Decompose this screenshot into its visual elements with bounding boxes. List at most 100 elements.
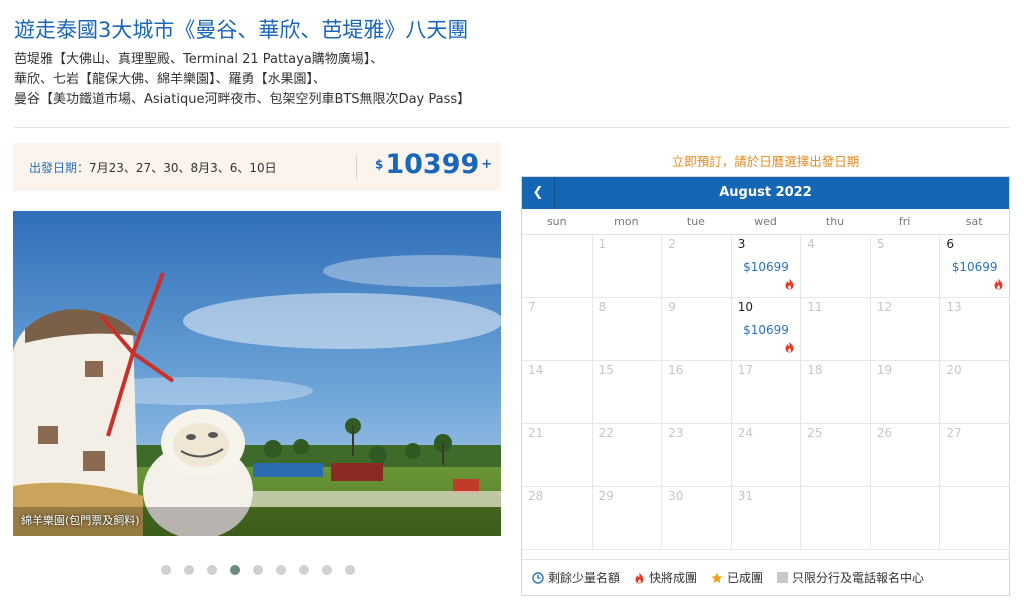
fire-icon [635, 572, 644, 583]
day-number: 17 [737, 363, 753, 377]
price-suffix: + [481, 157, 493, 172]
slide-dot[interactable] [322, 565, 332, 575]
calendar-day: 4 [800, 235, 870, 298]
star-icon [711, 572, 723, 583]
departure-label: 出發日期： [29, 161, 90, 175]
calendar-week-row: 21 22 23 24 25 26 27 [522, 424, 1009, 487]
calendar-day: 28 [522, 487, 592, 550]
weekday-sun: sun [546, 215, 567, 228]
calendar-day: 18 [800, 361, 870, 424]
photo-slideshow[interactable]: 綿羊樂園(包門票及飼料) [13, 211, 501, 536]
description-line: 曼谷【美功鐵道市場、Asiatique河畔夜市、包架空列車BTS無限次Day P… [14, 92, 471, 107]
slide-dot[interactable] [207, 565, 217, 575]
calendar-day: 7 [522, 298, 592, 361]
day-number: 25 [807, 426, 823, 440]
calendar-legend: 剩餘少量名額 快將成團 已成團 只限分行及電話報名中心 [522, 559, 1009, 595]
price-currency: $ [375, 157, 384, 172]
calendar-prompt: 立即預訂，請於日曆選擇出發日期 [671, 154, 860, 169]
departure-calendar: August 2022 ❮ sun mon tue wed thu fri sa… [521, 176, 1010, 596]
description-line: 華欣、七岩【龍保大佛、綿羊樂園】、羅勇【水果園】、 [14, 72, 327, 87]
calendar-day-available[interactable]: 3 $10699 [730, 235, 801, 298]
departure-dates: 出發日期：7月23、27、30、8月3、6、10日 [29, 159, 277, 176]
weekday-thu: thu [825, 215, 845, 228]
calendar-day: 24 [730, 424, 801, 487]
slide-dot[interactable] [299, 565, 309, 575]
calendar-day-available[interactable]: 10 $10699 [730, 298, 801, 361]
day-number: 16 [668, 363, 684, 377]
calendar-day: 15 [591, 361, 662, 424]
day-number: 9 [668, 300, 676, 314]
day-number: 31 [737, 489, 753, 503]
day-number: 21 [528, 426, 544, 440]
calendar-day: 25 [800, 424, 870, 487]
calendar-day: 14 [522, 361, 592, 424]
photo-caption: 綿羊樂園(包門票及飼料) [21, 514, 140, 527]
day-number: 8 [598, 300, 607, 314]
calendar-day: 1 [591, 235, 662, 298]
day-number: 13 [946, 300, 962, 314]
calendar-day: 29 [591, 487, 662, 550]
day-number: 19 [876, 363, 893, 377]
legend-confirmed: 已成團 [711, 569, 763, 586]
tour-price: $10399 + [375, 149, 492, 180]
day-number: 28 [528, 489, 544, 503]
slide-dot[interactable] [345, 565, 355, 575]
weekday-wed: wed [754, 215, 777, 228]
day-number: 30 [668, 489, 684, 503]
calendar-day: 27 [939, 424, 1009, 487]
price-amount: 10399 [385, 149, 480, 180]
day-number: 6 [946, 237, 955, 251]
calendar-day: 12 [869, 298, 940, 361]
slideshow-dots [161, 565, 355, 575]
day-price: $10699 [743, 323, 789, 337]
day-number: 15 [598, 363, 614, 377]
weekday-mon: mon [614, 215, 639, 228]
calendar-month: August 2022 [719, 185, 812, 200]
legend-label: 已成團 [727, 571, 764, 585]
legend-almost-confirmed: 快將成團 [634, 569, 697, 586]
slide-dot[interactable] [161, 565, 171, 575]
day-number: 12 [876, 300, 893, 314]
calendar-day-available[interactable]: 6 $10699 [939, 235, 1009, 298]
weekday-sat: sat [965, 215, 983, 228]
calendar-day: 11 [800, 298, 870, 361]
calendar-day: 9 [661, 298, 731, 361]
calendar-week-row: 28 29 30 31 [522, 487, 1009, 550]
gray-square-icon [777, 572, 789, 583]
legend-label: 剩餘少量名額 [548, 571, 621, 585]
calendar-day: 13 [939, 298, 1009, 361]
calendar-day: 5 [869, 235, 940, 298]
day-number: 5 [876, 237, 885, 251]
calendar-day: 30 [661, 487, 731, 550]
slide-dot[interactable] [276, 565, 286, 575]
calendar-header: August 2022 ❮ [522, 177, 1009, 209]
calendar-day-empty [522, 235, 592, 298]
calendar-week-row: 7 8 9 10 $10699 11 12 13 [522, 298, 1009, 361]
day-number: 27 [946, 426, 962, 440]
day-number: 10 [737, 300, 753, 314]
weekday-header: sun mon tue wed thu fri sat [522, 209, 1009, 235]
calendar-day: 8 [591, 298, 662, 361]
day-number: 2 [668, 237, 676, 251]
prev-month-button[interactable]: ❮ [522, 177, 555, 209]
fire-icon [784, 338, 795, 357]
slide-dot[interactable] [184, 565, 194, 575]
legend-few-seats: 剩餘少量名額 [532, 569, 620, 586]
calendar-day: 17 [730, 361, 801, 424]
slide-dot[interactable] [253, 565, 263, 575]
description-line: 芭堤雅【大佛山、真理聖殿、Terminal 21 Pattaya購物廣場】、 [14, 52, 384, 67]
divider [14, 127, 1010, 128]
calendar-week-row: 14 15 16 17 18 19 20 [522, 361, 1009, 424]
windmill-sheep-photo [13, 211, 501, 536]
day-number: 23 [668, 426, 684, 440]
legend-label: 只限分行及電話報名中心 [792, 571, 925, 585]
day-number: 1 [598, 237, 607, 251]
day-number: 3 [737, 237, 746, 251]
page-title: 遊走泰國3大城市《曼谷、華欣、芭堤雅》八天團 [14, 18, 469, 42]
calendar-day: 2 [661, 235, 731, 298]
clock-icon [532, 571, 544, 584]
tour-description: 芭堤雅【大佛山、真理聖殿、Terminal 21 Pattaya購物廣場】、 華… [14, 50, 470, 110]
calendar-day: 20 [939, 361, 1009, 424]
day-number: 29 [598, 489, 614, 503]
slide-dot-active[interactable] [230, 565, 240, 575]
